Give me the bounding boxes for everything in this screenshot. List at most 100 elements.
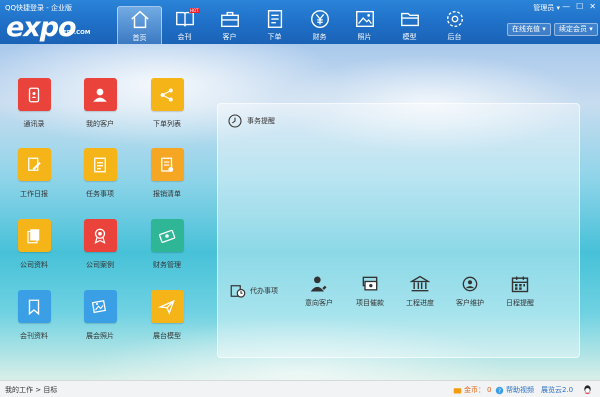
app-contacts[interactable]: 通讯录 — [2, 78, 66, 129]
todo-project-progress[interactable]: 工程进度 — [395, 274, 445, 308]
nav-label: 下单 — [267, 33, 282, 41]
todo-label: 客户维护 — [456, 299, 484, 307]
help-icon: ? — [495, 386, 504, 394]
app-label: 下单列表 — [153, 120, 181, 128]
nav-label: 客户 — [222, 33, 237, 41]
todo-label: 意向客户 — [305, 299, 333, 307]
nav-home[interactable]: 首页 — [117, 6, 162, 44]
nav-orders[interactable]: 下单 — [252, 6, 297, 44]
contacts-icon — [17, 78, 51, 111]
coins-indicator: 金币： 0 — [453, 385, 491, 395]
coin-icon — [453, 387, 462, 393]
calendar-icon — [511, 276, 529, 293]
recharge-button[interactable]: 在线充值 ▾ — [507, 23, 551, 36]
app-expense-list[interactable]: 报销清单 — [135, 148, 199, 199]
version-label[interactable]: 展览云2.0 — [541, 385, 573, 395]
nav-models[interactable]: 模型 — [387, 6, 432, 44]
support-icon — [462, 276, 478, 292]
logo-subtitle: ERP.COM — [63, 30, 91, 36]
app-label: 报销清单 — [153, 190, 181, 198]
app-tasks[interactable]: 任务事项 — [68, 148, 132, 199]
todo-header: 代办事项 — [229, 282, 278, 300]
document-icon — [267, 10, 282, 28]
todo-schedule-reminder[interactable]: 日程提醒 — [495, 274, 545, 308]
app-label: 财务管理 — [153, 261, 181, 269]
app-order-list[interactable]: 下单列表 — [135, 78, 199, 129]
help-video-link[interactable]: ? 帮助视频 — [495, 385, 534, 395]
todo-payment-collection[interactable]: 项目催款 — [345, 274, 395, 308]
app-my-customers[interactable]: 我的客户 — [68, 78, 132, 129]
nav-admin[interactable]: 后台 — [432, 6, 477, 44]
admin-user-menu[interactable]: 管理员 ▾ — [533, 3, 560, 13]
help-label: 帮助视频 — [506, 386, 534, 394]
expo-logo: expo — [6, 12, 77, 43]
nav-label: 财务 — [312, 33, 327, 41]
home-icon — [130, 10, 149, 29]
svg-text:?: ? — [498, 388, 501, 394]
main-nav: 首页 HOT 会刊 客户 下单 财务 照片 模型 后台 — [117, 6, 477, 44]
briefcase-icon — [220, 11, 239, 28]
top-header: QQ快捷登录 - 企业版 expo ERP.COM 首页 HOT 会刊 客户 下… — [0, 0, 600, 44]
clock-icon — [228, 114, 242, 128]
todo-intended-customers[interactable]: 意向客户 — [294, 274, 344, 308]
todo-title: 代办事项 — [250, 287, 278, 295]
reminder-title: 事务提醒 — [247, 117, 275, 125]
close-icon[interactable]: ✕ — [589, 2, 596, 11]
minimize-icon[interactable]: — — [562, 2, 570, 11]
app-company-cases[interactable]: 公司案例 — [68, 219, 132, 270]
files-icon — [17, 219, 51, 252]
app-label: 任务事项 — [86, 190, 114, 198]
status-bar: 我的工作 > 目标 金币： 0 ? 帮助视频 展览云2.0 — [0, 380, 600, 397]
folder-icon — [400, 12, 419, 27]
award-icon — [83, 219, 117, 252]
app-label: 工作日报 — [20, 190, 48, 198]
task-icon — [83, 148, 117, 181]
app-label: 通讯录 — [23, 120, 45, 128]
hot-badge: HOT — [189, 8, 200, 13]
coins-value: 0 — [487, 386, 492, 394]
nav-label: 模型 — [402, 33, 417, 41]
share-icon — [150, 78, 184, 111]
gear-icon — [446, 10, 463, 28]
nav-journal[interactable]: HOT 会刊 — [162, 6, 207, 44]
window-controls: — ☐ ✕ — [562, 2, 596, 11]
customer-icon — [310, 276, 327, 292]
yen-icon — [310, 10, 329, 28]
app-work-daily[interactable]: 工作日报 — [2, 148, 66, 199]
nav-photos[interactable]: 照片 — [342, 6, 387, 44]
plane-icon — [150, 290, 184, 323]
qq-icon[interactable] — [582, 384, 593, 395]
bookmark-icon — [17, 290, 51, 323]
pencil-icon — [17, 148, 51, 181]
nav-label: 照片 — [357, 33, 372, 41]
nav-customers[interactable]: 客户 — [207, 6, 252, 44]
breadcrumb: 我的工作 > 目标 — [5, 386, 58, 394]
maximize-icon[interactable]: ☐ — [576, 2, 583, 11]
todo-label: 日程提醒 — [506, 299, 534, 307]
app-label: 公司案例 — [86, 261, 114, 269]
todo-label: 工程进度 — [406, 299, 434, 307]
building-icon — [410, 275, 430, 292]
receipt-icon — [150, 148, 184, 181]
app-label: 展会照片 — [86, 332, 114, 340]
coins-label: 金币： — [464, 386, 485, 394]
renew-membership-button[interactable]: 续定会员 ▾ — [554, 23, 598, 36]
app-journal-info[interactable]: 会刊资料 — [2, 290, 66, 341]
nav-label: 首页 — [132, 34, 147, 42]
cash-icon — [362, 276, 378, 291]
app-finance-management[interactable]: 财务管理 — [135, 219, 199, 270]
todo-customer-maintenance[interactable]: 客户维护 — [445, 274, 495, 308]
photo-icon — [355, 10, 374, 28]
todo-clock-icon — [230, 285, 246, 298]
nav-finance[interactable]: 财务 — [297, 6, 342, 44]
reminder-panel: 事务提醒 代办事项 意向客户 项目催款 工程进度 客户维护 日程提醒 — [217, 103, 580, 358]
app-expo-photos[interactable]: 展会照片 — [68, 290, 132, 341]
reminder-header: 事务提醒 — [227, 113, 275, 129]
money-icon — [150, 219, 184, 252]
todo-label: 项目催款 — [356, 299, 384, 307]
app-company-info[interactable]: 公司资料 — [2, 219, 66, 270]
user-icon — [83, 78, 117, 111]
nav-label: 会刊 — [177, 33, 192, 41]
app-booth-models[interactable]: 展台模型 — [135, 290, 199, 341]
nav-label: 后台 — [447, 33, 462, 41]
